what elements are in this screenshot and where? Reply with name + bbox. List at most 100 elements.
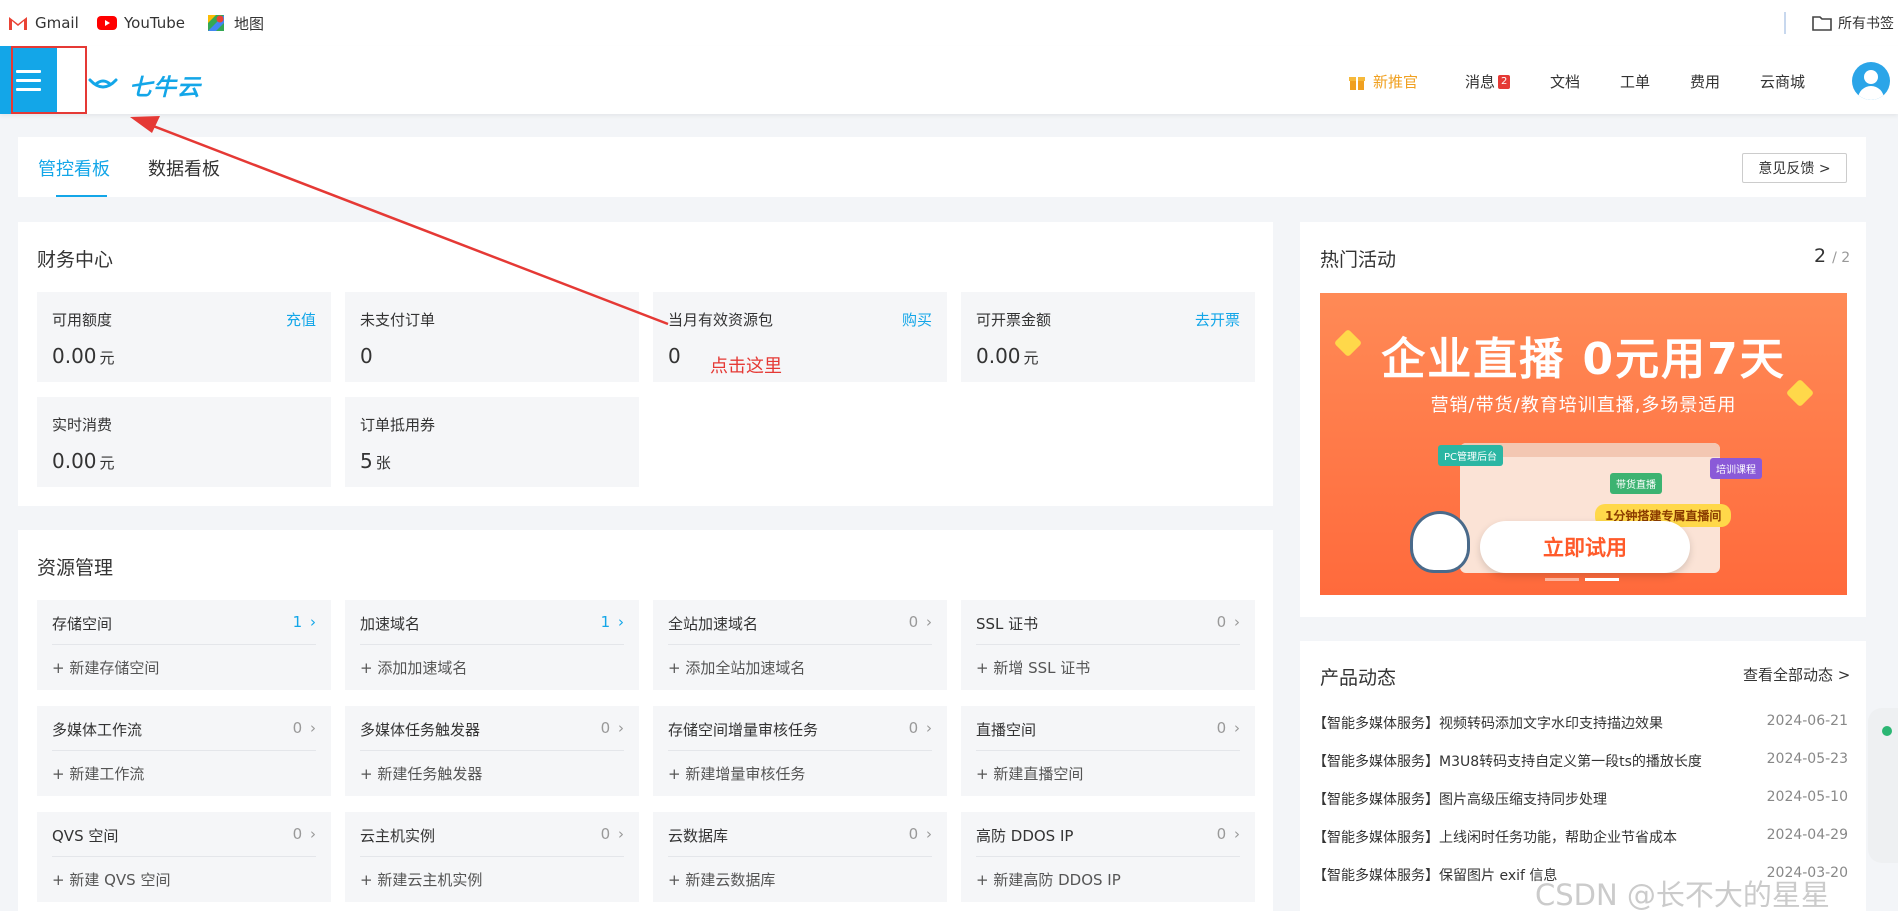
resource-label[interactable]: 多媒体工作流 (52, 719, 142, 740)
resource-count[interactable]: 0 › (1217, 719, 1240, 737)
buy-link[interactable]: 购买 (902, 309, 932, 330)
news-title[interactable]: 【智能多媒体服务】保留图片 exif 信息 (1313, 865, 1557, 885)
news-date: 2024-06-21 (1766, 713, 1848, 729)
resource-count[interactable]: 0 › (601, 825, 624, 843)
resource-count[interactable]: 0 › (909, 719, 932, 737)
resource-label[interactable]: 多媒体任务触发器 (360, 719, 480, 740)
chevron-right-icon: › (926, 719, 932, 737)
side-float-widget[interactable] (1868, 708, 1898, 863)
news-title[interactable]: 【智能多媒体服务】上线闲时任务功能，帮助企业节省成本 (1313, 827, 1677, 847)
resource-count[interactable]: 0 › (909, 825, 932, 843)
resource-count[interactable]: 0 › (909, 613, 932, 631)
user-avatar[interactable] (1852, 62, 1890, 100)
resource-label[interactable]: 存储空间增量审核任务 (668, 719, 818, 740)
resource-label[interactable]: 全站加速域名 (668, 613, 758, 634)
resource-add-link[interactable]: + 新建任务触发器 (360, 763, 482, 784)
resource-add-link[interactable]: + 新建增量审核任务 (668, 763, 805, 784)
resource-tile[interactable]: 云主机实例 0 › + 新建云主机实例 (345, 812, 639, 902)
resource-label[interactable]: 高防 DDOS IP (976, 825, 1073, 846)
chevron-right-icon: › (618, 613, 624, 631)
all-bookmarks-button[interactable]: 所有书签 (1812, 13, 1894, 33)
activity-banner[interactable]: 企业直播 0元用7天 营销/带货/教育培训直播,多场景适用 PC管理后台 带货直… (1320, 293, 1847, 595)
resource-add-link[interactable]: + 添加加速域名 (360, 657, 467, 678)
carousel-dot[interactable] (1545, 578, 1579, 581)
mascot-icon (1410, 511, 1470, 573)
resource-label[interactable]: 直播空间 (976, 719, 1036, 740)
resource-add-link[interactable]: + 新建云数据库 (668, 869, 775, 890)
nav-messages[interactable]: 消息 2 (1465, 71, 1511, 92)
nav-billing[interactable]: 费用 (1690, 71, 1720, 92)
resource-label[interactable]: QVS 空间 (52, 825, 118, 846)
resource-tile[interactable]: 直播空间 0 › + 新建直播空间 (961, 706, 1255, 796)
qiniu-logo[interactable]: 七牛云 (88, 68, 201, 102)
resource-add-link[interactable]: + 新增 SSL 证书 (976, 657, 1090, 678)
resource-tile[interactable]: 高防 DDOS IP 0 › + 新建高防 DDOS IP (961, 812, 1255, 902)
news-title[interactable]: 【智能多媒体服务】视频转码添加文字水印支持描边效果 (1313, 713, 1663, 733)
view-all-news-link[interactable]: 查看全部动态 > (1743, 664, 1850, 685)
bookmark-label: Gmail (35, 14, 79, 32)
plus-icon: + (976, 871, 994, 889)
annotation-highlight-box (11, 46, 87, 114)
resource-add-label: 新建增量审核任务 (685, 765, 806, 783)
resource-label[interactable]: 云主机实例 (360, 825, 435, 846)
feedback-button[interactable]: 意见反馈 > (1742, 153, 1847, 183)
resource-add-label: 新建高防 DDOS IP (993, 871, 1121, 889)
nav-cloud-mall[interactable]: 云商城 (1760, 71, 1805, 92)
resource-add-label: 新建工作流 (69, 765, 145, 783)
resource-count[interactable]: 0 › (1217, 613, 1240, 631)
resource-tile[interactable]: 加速域名 1 › + 添加加速域名 (345, 600, 639, 690)
bookmark-maps[interactable]: 地图 (207, 13, 264, 33)
bookmark-gmail[interactable]: Gmail (8, 13, 79, 33)
resource-add-link[interactable]: + 新建高防 DDOS IP (976, 869, 1121, 890)
tile-value-number: 0.00 (976, 344, 1021, 368)
recharge-link[interactable]: 充值 (286, 309, 316, 330)
resource-tile[interactable]: SSL 证书 0 › + 新增 SSL 证书 (961, 600, 1255, 690)
news-title[interactable]: 【智能多媒体服务】M3U8转码支持自定义第一段ts的播放长度 (1313, 751, 1702, 771)
resource-count[interactable]: 0 › (601, 719, 624, 737)
tab-data-board[interactable]: 数据看板 (148, 155, 220, 181)
resource-add-link[interactable]: + 新建存储空间 (52, 657, 159, 678)
pager-current: 2 (1814, 245, 1827, 267)
resource-label[interactable]: 加速域名 (360, 613, 420, 634)
resource-tile[interactable]: 多媒体任务触发器 0 › + 新建任务触发器 (345, 706, 639, 796)
resource-label[interactable]: 云数据库 (668, 825, 728, 846)
nav-new-promo[interactable]: 新推官 (1348, 71, 1418, 92)
resource-label[interactable]: 存储空间 (52, 613, 112, 634)
resource-count[interactable]: 1 › (601, 613, 624, 631)
resource-tile[interactable]: 多媒体工作流 0 › + 新建工作流 (37, 706, 331, 796)
plus-icon: + (360, 765, 378, 783)
nav-tickets[interactable]: 工单 (1620, 71, 1650, 92)
finance-center-title: 财务中心 (37, 249, 114, 271)
bookmarks-divider (1784, 12, 1786, 34)
resource-add-link[interactable]: + 新建工作流 (52, 763, 144, 784)
resource-tile[interactable]: 存储空间增量审核任务 0 › + 新建增量审核任务 (653, 706, 947, 796)
resource-tile[interactable]: 云数据库 0 › + 新建云数据库 (653, 812, 947, 902)
tile-value: 0 (360, 344, 373, 368)
plus-icon: + (360, 659, 378, 677)
finance-tile-available-credit: 可用额度 充值 0.00 元 (37, 292, 331, 382)
finance-tile-unpaid-orders[interactable]: 未支付订单 0 (345, 292, 639, 382)
news-title[interactable]: 【智能多媒体服务】图片高级压缩支持同步处理 (1313, 789, 1607, 809)
resource-add-link[interactable]: + 添加全站加速域名 (668, 657, 805, 678)
nav-label: 工单 (1620, 73, 1651, 91)
resource-add-link[interactable]: + 新建云主机实例 (360, 869, 482, 890)
finance-tile-vouchers[interactable]: 订单抵用券 5张 (345, 397, 639, 487)
resource-tile[interactable]: QVS 空间 0 › + 新建 QVS 空间 (37, 812, 331, 902)
try-now-button[interactable]: 立即试用 (1480, 521, 1690, 573)
resource-count[interactable]: 0 › (293, 719, 316, 737)
tab-control-board[interactable]: 管控看板 (38, 155, 110, 181)
resource-label[interactable]: SSL 证书 (976, 613, 1038, 634)
resource-count[interactable]: 1 › (293, 613, 316, 631)
resource-count[interactable]: 0 › (293, 825, 316, 843)
tile-value-number: 0.00 (52, 344, 97, 368)
resource-add-link[interactable]: + 新建直播空间 (976, 763, 1083, 784)
plus-icon: + (668, 765, 686, 783)
carousel-dot-active[interactable] (1585, 578, 1619, 581)
resource-tile[interactable]: 全站加速域名 0 › + 添加全站加速域名 (653, 600, 947, 690)
bookmark-youtube[interactable]: YouTube (97, 13, 185, 33)
nav-docs[interactable]: 文档 (1550, 71, 1580, 92)
resource-add-link[interactable]: + 新建 QVS 空间 (52, 869, 170, 890)
invoice-link[interactable]: 去开票 (1195, 309, 1240, 330)
resource-count[interactable]: 0 › (1217, 825, 1240, 843)
resource-tile[interactable]: 存储空间 1 › + 新建存储空间 (37, 600, 331, 690)
